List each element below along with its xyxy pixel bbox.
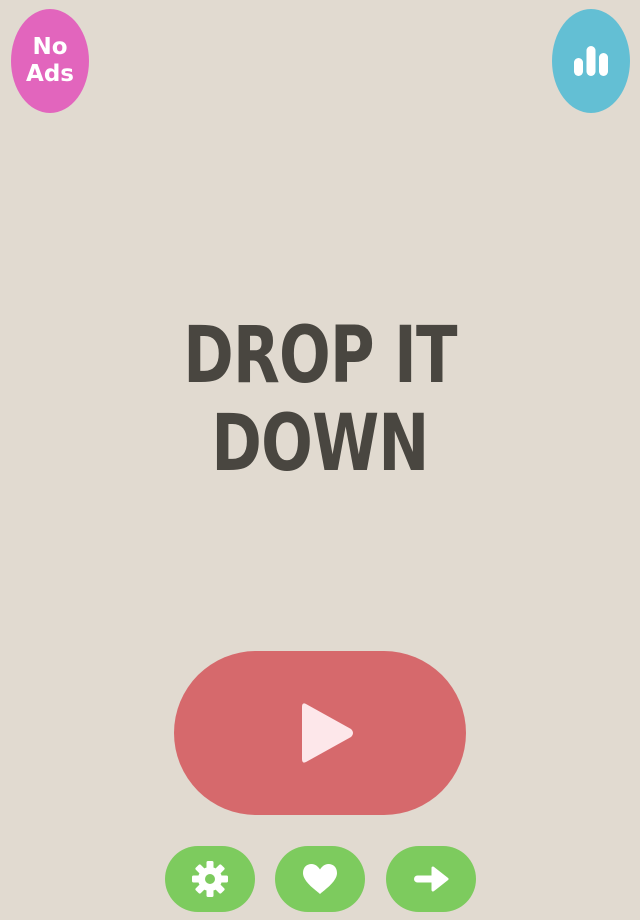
- game-title-line1: DROP IT: [183, 311, 457, 401]
- main-menu-screen: No Ads DROP IT DOWN: [0, 0, 640, 920]
- arrow-right-icon: [414, 866, 449, 892]
- no-ads-button[interactable]: No Ads: [11, 9, 89, 113]
- gear-icon: [192, 861, 228, 897]
- leaderboard-button[interactable]: [552, 9, 630, 113]
- heart-icon: [303, 864, 337, 894]
- no-ads-label-line2: Ads: [26, 61, 74, 87]
- settings-button[interactable]: [165, 846, 255, 912]
- next-button[interactable]: [386, 846, 476, 912]
- favorite-button[interactable]: [275, 846, 365, 912]
- play-icon: [302, 703, 353, 763]
- game-title: DROP IT DOWN: [70, 312, 569, 488]
- no-ads-label-line1: No: [32, 34, 68, 60]
- game-title-line2: DOWN: [211, 399, 429, 489]
- bar-chart-icon: [574, 46, 608, 76]
- play-button[interactable]: [174, 651, 466, 815]
